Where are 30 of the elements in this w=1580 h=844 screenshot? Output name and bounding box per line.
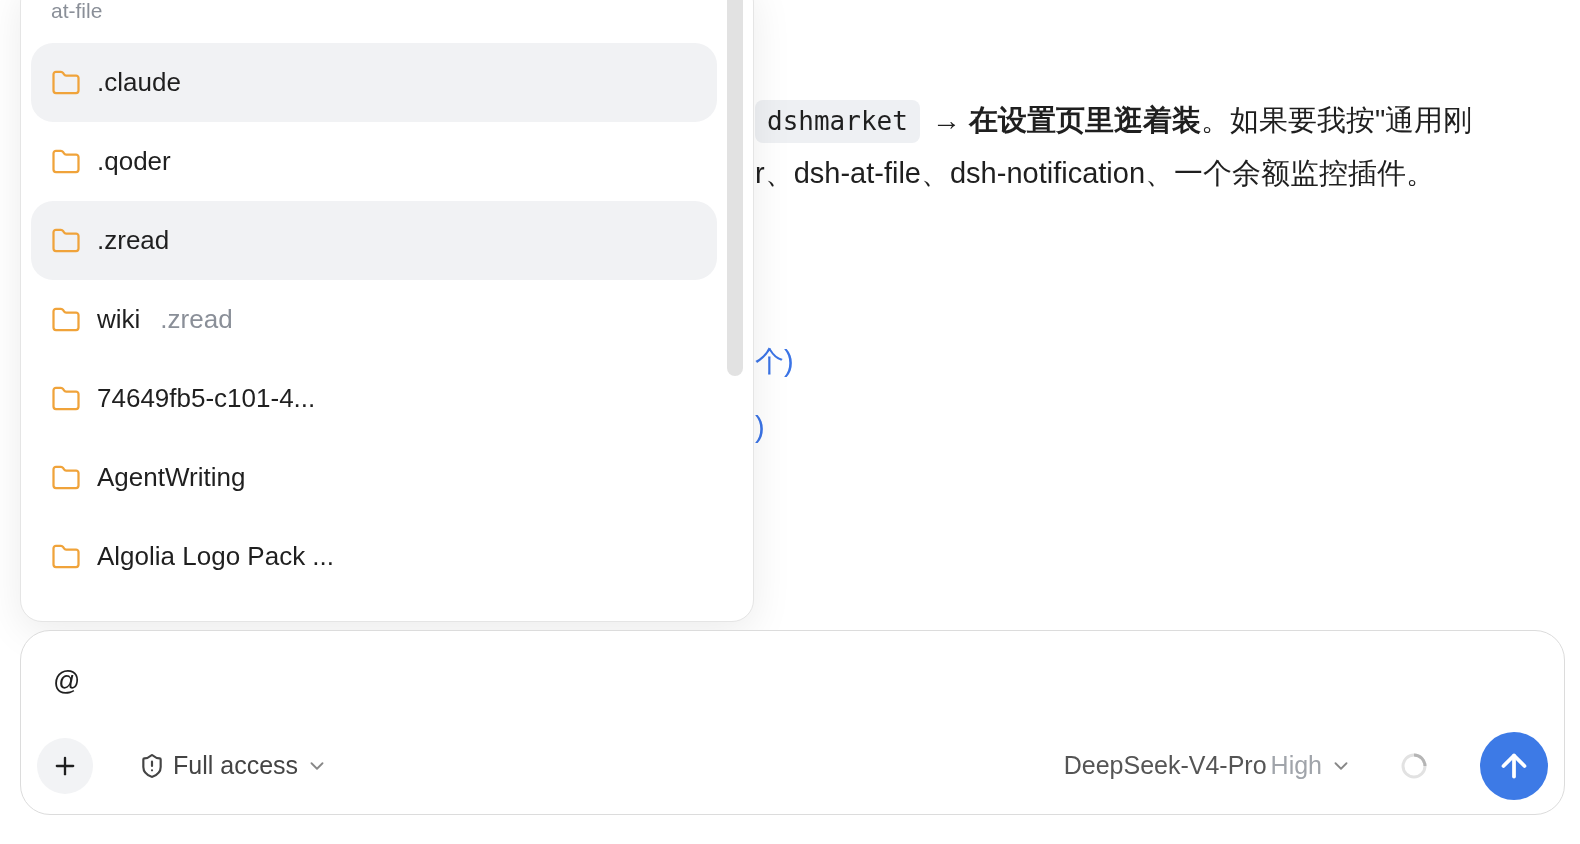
effort-level: High <box>1270 750 1322 782</box>
message-input[interactable]: @ <box>53 660 81 702</box>
popup-header: at-file <box>50 0 104 23</box>
file-name: .claude <box>97 66 181 99</box>
file-item[interactable]: AgentWriting <box>31 438 717 517</box>
message-text: → 在设置页里逛着装。如果要我按"通用刚 <box>931 103 1473 139</box>
file-item[interactable]: Algolia Logo Pack ... <box>31 517 717 596</box>
shield-icon <box>139 753 165 779</box>
file-item[interactable]: .zread <box>31 201 717 280</box>
access-dropdown[interactable]: Full access <box>139 747 329 785</box>
file-item[interactable]: .claude <box>31 43 717 122</box>
model-name: DeepSeek-V4-Pro <box>1063 750 1267 782</box>
file-path: .zread <box>160 303 233 336</box>
add-button[interactable] <box>37 738 93 794</box>
inline-code: dshmarket <box>755 99 920 143</box>
file-name: AgentWriting <box>97 461 246 494</box>
file-name: .zread <box>97 224 170 257</box>
file-name: wiki <box>97 303 141 336</box>
scrollbar[interactable] <box>727 0 743 376</box>
file-name: .qoder <box>97 145 171 178</box>
file-item[interactable]: wiki .zread <box>31 280 717 359</box>
spinner-icon <box>1400 752 1428 780</box>
link[interactable]: ) <box>755 408 1580 446</box>
file-name: 74649fb5-c101-4... <box>97 382 316 415</box>
file-item[interactable]: 74649fb5-c101-4... <box>31 359 717 438</box>
file-name: Algolia Logo Pack ... <box>97 540 335 573</box>
file-item[interactable]: .qoder <box>31 122 717 201</box>
link[interactable]: 个) <box>755 342 1580 380</box>
message-text: r、dsh-at-file、dsh-notification、一个余额监控插件。 <box>755 156 1436 192</box>
model-dropdown[interactable]: DeepSeek-V4-Pro High <box>1063 747 1352 785</box>
